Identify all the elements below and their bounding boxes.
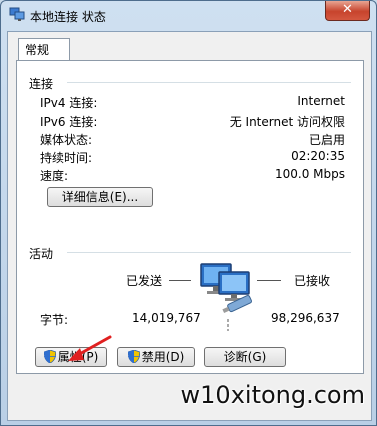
speed-value: 100.0 Mbps xyxy=(274,167,345,181)
network-connection-icon xyxy=(9,7,25,21)
sent-label: 已发送 xyxy=(126,274,163,288)
details-button[interactable]: 详细信息(E)... xyxy=(47,187,153,207)
window-title: 本地连接 状态 xyxy=(30,10,106,24)
shield-icon xyxy=(43,350,56,363)
tab-page-general: 连接 IPv4 连接: Internet IPv6 连接: 无 Internet… xyxy=(16,60,364,374)
connection-heading: 连接 xyxy=(29,77,54,91)
ipv6-value: 无 Internet 访问权限 xyxy=(229,115,345,129)
ipv4-label: IPv4 连接: xyxy=(40,96,98,110)
activity-divider xyxy=(67,252,351,253)
media-state-label: 媒体状态: xyxy=(40,133,93,147)
received-label: 已接收 xyxy=(294,274,331,288)
tab-general[interactable]: 常规 xyxy=(18,38,70,60)
disable-label: 禁用(D) xyxy=(141,350,185,364)
media-state-value: 已启用 xyxy=(308,133,345,147)
activity-heading: 活动 xyxy=(29,247,54,261)
dialog-window: 本地连接 状态 ✕ 常规 连接 IPv4 连接: Internet IPv6 连… xyxy=(0,0,377,426)
shield-icon xyxy=(127,350,140,363)
close-button[interactable]: ✕ xyxy=(325,1,370,21)
disable-button[interactable]: 禁用(D) xyxy=(117,347,195,367)
duration-label: 持续时间: xyxy=(40,151,93,165)
watermark-text: w10xitong.com xyxy=(180,381,365,409)
speed-label: 速度: xyxy=(40,169,69,183)
sent-line xyxy=(169,280,191,281)
bytes-received-value: 98,296,637 xyxy=(271,311,340,325)
ipv6-label: IPv6 连接: xyxy=(40,115,98,129)
network-computers-icon xyxy=(200,263,252,331)
close-icon: ✕ xyxy=(342,2,353,17)
ipv4-value: Internet xyxy=(297,94,345,108)
duration-value: 02:20:35 xyxy=(291,149,345,163)
received-line xyxy=(257,280,281,281)
title-bar[interactable]: 本地连接 状态 ✕ xyxy=(1,1,376,29)
connection-divider xyxy=(67,82,351,83)
bytes-sent-value: 14,019,767 xyxy=(132,311,201,325)
diagnose-button[interactable]: 诊断(G) xyxy=(204,347,286,367)
pointer-arrow-icon xyxy=(68,335,112,361)
bytes-label: 字节: xyxy=(40,313,69,327)
dialog-body: 常规 连接 IPv4 连接: Internet IPv6 连接: 无 Inter… xyxy=(7,31,372,421)
